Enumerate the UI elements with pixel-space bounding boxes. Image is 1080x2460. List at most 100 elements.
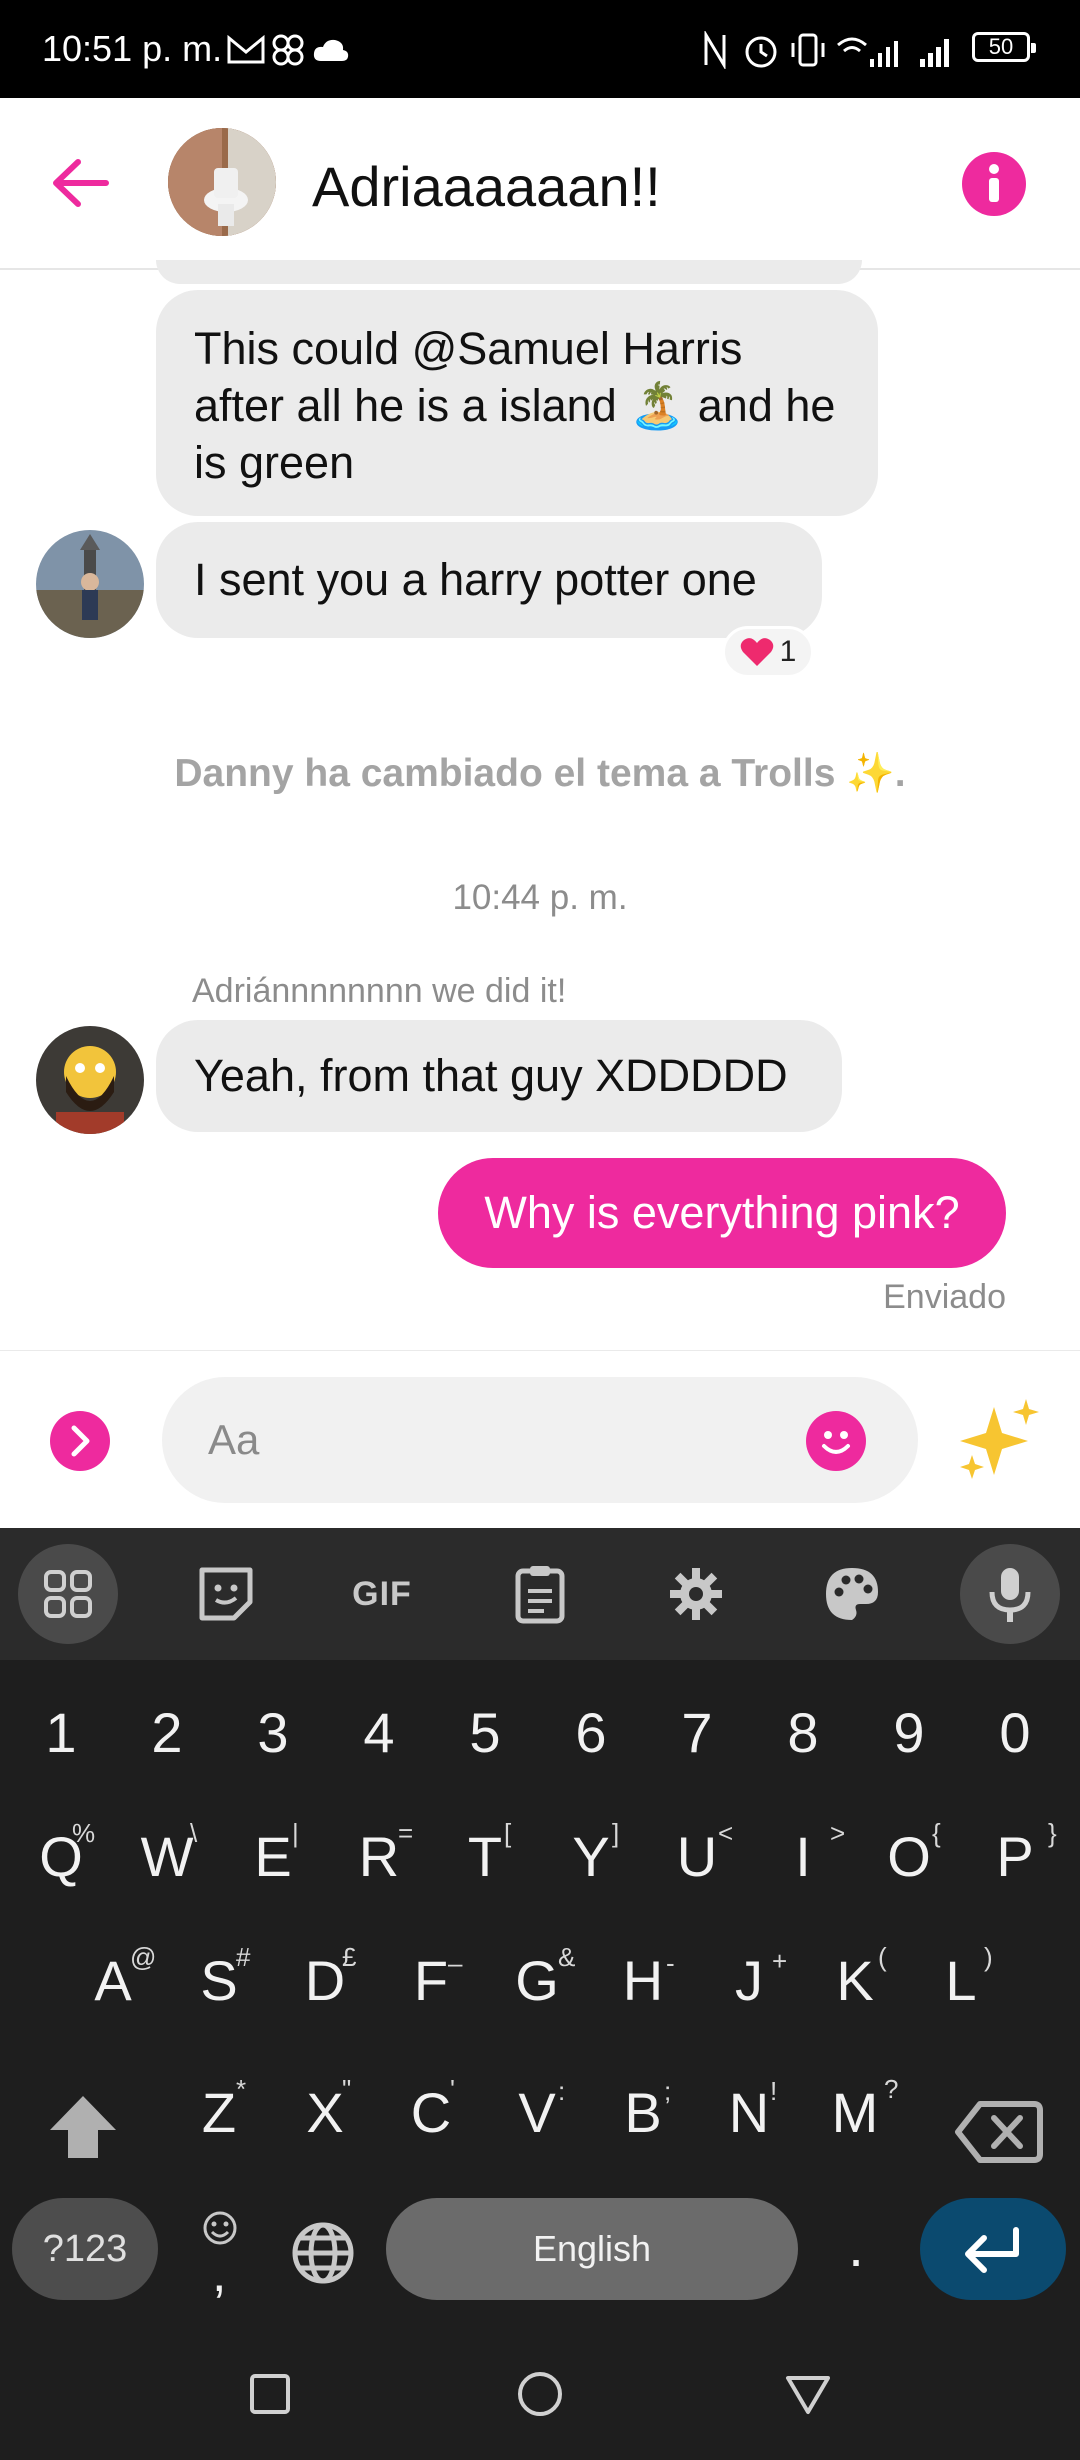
key-c[interactable]: C ' xyxy=(378,2074,484,2145)
apps-button[interactable] xyxy=(18,1544,118,1644)
key-m[interactable]: M? xyxy=(802,2074,908,2145)
space-key[interactable]: English xyxy=(386,2198,798,2300)
shift-icon xyxy=(50,2096,116,2158)
key-k[interactable]: K( xyxy=(802,1942,908,2013)
key-i[interactable]: I > xyxy=(750,1818,856,1889)
key-z[interactable]: Z * xyxy=(166,2074,272,2145)
expand-actions-button[interactable] xyxy=(50,1411,110,1471)
key-9[interactable]: 9 xyxy=(856,1700,962,1765)
key-alt: ) xyxy=(984,1942,993,1972)
key-l[interactable]: L) xyxy=(908,1942,1014,2013)
enter-key[interactable] xyxy=(920,2198,1066,2300)
comma-label: , xyxy=(212,2245,227,2303)
key-s[interactable]: S # xyxy=(166,1942,272,2013)
key-0[interactable]: 0 xyxy=(962,1700,1068,1765)
space-label: English xyxy=(532,2228,652,2269)
key-alt: ; xyxy=(664,2076,672,2106)
key-d[interactable]: D £ xyxy=(272,1942,378,2013)
back-button[interactable] xyxy=(46,148,116,218)
key-5[interactable]: 5 xyxy=(432,1700,538,1765)
symbols-key[interactable]: ?123 xyxy=(12,2198,158,2300)
key-x[interactable]: X " xyxy=(272,2074,378,2145)
signal-icon xyxy=(916,30,956,70)
message-bubble[interactable]: I sent you a harry potter one xyxy=(156,522,822,638)
back-nav-button[interactable] xyxy=(782,2370,834,2418)
key-label: J xyxy=(735,1949,763,2012)
key-y[interactable]: Y] xyxy=(538,1818,644,1889)
message-bubble[interactable]: Yeah, from that guy XDDDDD xyxy=(156,1020,842,1132)
key-label: A xyxy=(94,1949,132,2012)
signal-wifi-icon xyxy=(836,30,910,70)
key-1[interactable]: 1 xyxy=(8,1700,114,1765)
triangle-icon xyxy=(786,2376,830,2414)
key-8[interactable]: 8 xyxy=(750,1700,856,1765)
key-b[interactable]: B; xyxy=(590,2076,696,2145)
sent-message-bubble[interactable]: Why is everything pink? xyxy=(438,1158,1006,1268)
sticker-button[interactable] xyxy=(188,1556,264,1632)
backspace-key[interactable] xyxy=(944,2082,1054,2182)
message-input[interactable] xyxy=(162,1377,918,1503)
sender-avatar[interactable] xyxy=(36,530,144,638)
theme-button[interactable] xyxy=(814,1556,890,1632)
emoji-comma-key[interactable]: , xyxy=(186,2208,256,2303)
sender-avatar[interactable] xyxy=(36,1026,144,1134)
key-alt: " xyxy=(342,2074,352,2104)
home-button[interactable] xyxy=(514,2368,566,2420)
key-alt: : xyxy=(558,2076,566,2106)
message-text: This could @Samuel Harris after all he i… xyxy=(194,323,836,488)
key-6[interactable]: 6 xyxy=(538,1700,644,1765)
key-label: P xyxy=(996,1825,1034,1888)
key-h[interactable]: H- xyxy=(590,1948,696,2013)
key-v[interactable]: V: xyxy=(484,2076,590,2145)
key-alt: } xyxy=(1048,1818,1057,1848)
apps-icon xyxy=(44,1570,92,1618)
key-label: V xyxy=(518,2081,556,2144)
info-button[interactable] xyxy=(962,152,1026,216)
status-time: 10:51 p. m. xyxy=(42,28,223,69)
key-f[interactable]: F – xyxy=(378,1948,484,2013)
key-q[interactable]: Q% xyxy=(8,1818,114,1889)
period-key[interactable]: . xyxy=(826,2214,886,2279)
key-n[interactable]: N! xyxy=(696,2076,802,2145)
clipboard-button[interactable] xyxy=(502,1556,578,1632)
system-message: Danny ha cambiado el tema a Trolls ✨. xyxy=(174,752,906,795)
key-alt: @ xyxy=(130,1942,157,1972)
key-2[interactable]: 2 xyxy=(114,1700,220,1765)
key-p[interactable]: P} xyxy=(962,1818,1068,1889)
key-e[interactable]: E | xyxy=(220,1818,326,1889)
key-u[interactable]: U < xyxy=(644,1818,750,1889)
key-j[interactable]: J + xyxy=(696,1946,802,2013)
reaction-badge[interactable]: 1 xyxy=(722,626,814,678)
key-alt: \ xyxy=(190,1818,198,1848)
reaction-count: 1 xyxy=(779,635,797,668)
key-alt: + xyxy=(772,1946,788,1976)
key-alt: * xyxy=(236,2074,247,2104)
system-nav-bar xyxy=(0,2330,1080,2460)
settings-button[interactable] xyxy=(658,1556,734,1632)
key-alt: | xyxy=(292,1818,299,1848)
message-bubble[interactable]: This could @Samuel Harris after all he i… xyxy=(156,290,878,516)
key-g[interactable]: G & xyxy=(484,1942,590,2013)
emoji-button[interactable] xyxy=(806,1411,866,1471)
key-alt: & xyxy=(558,1942,576,1972)
mic-icon xyxy=(989,1568,1031,1622)
recents-button[interactable] xyxy=(246,2370,294,2418)
key-o[interactable]: O{ xyxy=(856,1818,962,1889)
key-t[interactable]: T[ xyxy=(432,1818,538,1889)
gear-icon xyxy=(670,1568,722,1620)
key-a[interactable]: A @ xyxy=(60,1942,166,2013)
language-key[interactable] xyxy=(286,2216,360,2290)
voice-input-button[interactable] xyxy=(960,1544,1060,1644)
sparkles-button[interactable] xyxy=(950,1393,1046,1489)
key-w[interactable]: W \ xyxy=(114,1818,220,1889)
chat-avatar[interactable] xyxy=(168,128,276,236)
gif-button[interactable]: GIF xyxy=(344,1556,420,1632)
shift-key[interactable] xyxy=(28,2082,138,2182)
key-label: H xyxy=(622,1949,664,2012)
key-7[interactable]: 7 xyxy=(644,1700,750,1765)
key-r[interactable]: R = xyxy=(326,1818,432,1889)
key-4[interactable]: 4 xyxy=(326,1700,432,1765)
key-3[interactable]: 3 xyxy=(220,1700,326,1765)
key-alt: £ xyxy=(342,1942,357,1972)
sticker-icon xyxy=(199,1567,253,1621)
